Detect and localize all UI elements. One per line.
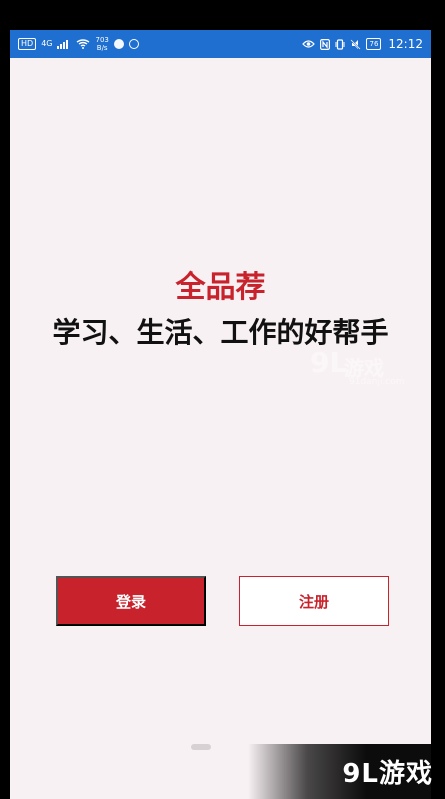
hd-badge: HD: [18, 38, 37, 50]
cellular-signal-icon: [57, 40, 69, 49]
status-bar: HD 4G 703 B/s 76 12:12: [10, 30, 431, 58]
app-slogan: 学习、生活、工作的好帮手: [52, 316, 389, 349]
app-title: 全品荐: [175, 270, 266, 305]
network-speed: 703 B/s: [95, 36, 108, 52]
login-button[interactable]: 登录: [56, 576, 206, 626]
signal-type-label: 4G: [41, 39, 53, 48]
welcome-title-block: 全品荐 学习、生活、工作的好帮手: [10, 268, 431, 350]
corner-brand-watermark: 9L游戏: [248, 744, 445, 799]
wifi-icon: [77, 39, 90, 49]
status-left-group: HD 4G 703 B/s: [18, 36, 139, 52]
nfc-icon: [320, 38, 331, 50]
watermark: 9L 游戏 91danji.com: [310, 348, 410, 394]
phone-screen: HD 4G 703 B/s 76 12:12 全品荐 学习、生活、工作的好帮手 …: [10, 30, 431, 799]
battery-indicator: 76: [366, 38, 382, 50]
watermark-url: 91danji.com: [349, 377, 405, 387]
network-speed-unit: B/s: [96, 44, 108, 52]
gesture-navigation-bar[interactable]: [191, 744, 211, 750]
mute-icon: [350, 38, 362, 50]
vibrate-icon: [335, 38, 345, 50]
app-notification-icon: [113, 39, 124, 49]
eye-icon: [302, 40, 316, 48]
watermark-logo: 9L: [310, 346, 348, 379]
status-right-group: 76 12:12: [302, 37, 423, 51]
network-speed-value: 703: [95, 36, 109, 44]
status-time: 12:12: [388, 37, 423, 51]
register-button[interactable]: 注册: [239, 576, 389, 626]
location-icon: [128, 39, 139, 49]
